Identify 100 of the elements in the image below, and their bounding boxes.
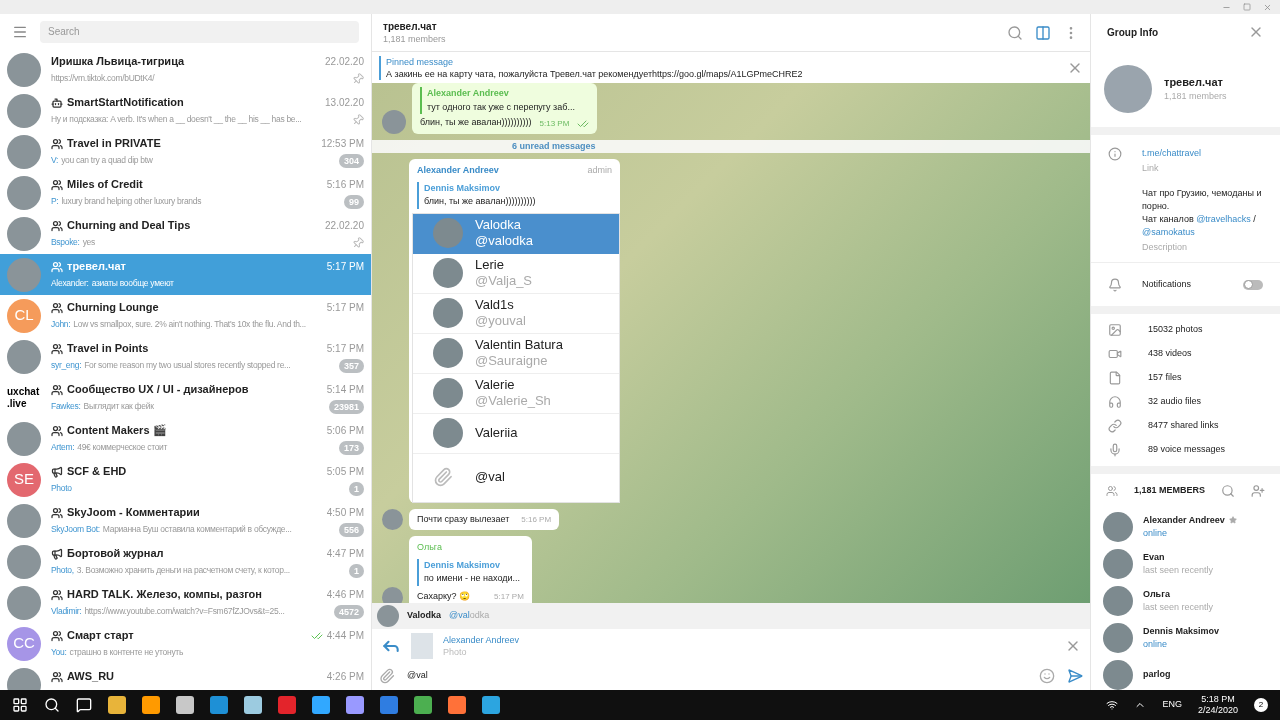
member-list-item[interactable]: Alexander Andreev online: [1091, 508, 1280, 545]
message-preview: https://vm.tiktok.com/bUDtK4/: [51, 72, 155, 86]
info-icon: [1108, 147, 1122, 161]
chat-name: Сообщество UX / UI - дизайнеров: [67, 382, 249, 398]
photo-thumbnail: [411, 632, 433, 659]
avatar-photo-placeholder: [7, 52, 41, 87]
chat-name: Churning Lounge: [67, 300, 159, 316]
media-list-item[interactable]: 438 videos: [1091, 342, 1280, 366]
message-preview: Low vs smallpox, sure. 2% ain't nothing. That's 10x the flu. And th...: [73, 318, 306, 332]
chat-name: Travel in Points: [67, 341, 149, 357]
chat-name: Бортовой журнал: [67, 546, 164, 562]
member-list-item[interactable]: Evan last seen recently: [1091, 545, 1280, 582]
group-icon: [51, 219, 63, 232]
group-name: тревел.чат: [1164, 74, 1224, 89]
members-title: 1,181 MEMBERS: [1133, 484, 1205, 498]
avatar-photo-placeholder: [7, 503, 41, 538]
send-icon[interactable]: [1067, 668, 1083, 684]
message-preview: 49€ коммерческое стоит: [77, 441, 168, 455]
network-icon[interactable]: [1106, 699, 1119, 711]
chat-title: тревел.чат: [383, 19, 438, 33]
mention-suggestion[interactable]: Valodka @valodka: [372, 603, 1090, 629]
reply-text: блин, ты же авалан)))))))))): [424, 195, 537, 208]
sidebar-toggle-icon[interactable]: [1035, 24, 1051, 41]
message-preview: yes: [82, 236, 95, 250]
group-link[interactable]: t.me/chattravel: [1142, 147, 1263, 160]
pinned-text: А закинь ее на карту чата, пожалуйста Тревел.чат рекомендуетhttps://goo.gl/maps/A1LGPmeCHRE2: [386, 67, 804, 80]
message-text: Сахарку? 🙄: [417, 589, 471, 603]
pinned-message[interactable]: Pinned message А закинь ее на карту чата, пожалуйста Тревел.чат рекомендуетhttps://goo.gl/maps/A1LGPmeCHRE2: [379, 55, 1067, 80]
group-icon: [51, 260, 63, 273]
mention-username: @valodka: [475, 233, 533, 249]
message-text: Почти сразу вылезает: [417, 512, 510, 526]
close-icon[interactable]: [1263, 2, 1272, 12]
avatar-photo-placeholder: [433, 218, 463, 248]
chat-name: HARD TALK. Железо, компы, разгон: [67, 587, 262, 603]
avatar: SE: [7, 462, 41, 497]
reply-author: Dennis Maksimov: [424, 558, 502, 572]
member-name: Ольга: [1143, 587, 1170, 601]
avatar-photo-placeholder: [382, 587, 403, 603]
message-time: 5:17 PM: [494, 591, 524, 603]
search-field[interactable]: Search: [40, 20, 359, 43]
media-list-item[interactable]: 89 voice messages: [1091, 438, 1280, 462]
avatar-text: uxchat: [7, 385, 41, 398]
start-icon[interactable]: [12, 697, 28, 713]
paperclip-icon: [433, 466, 453, 487]
message-sender: Photo,: [51, 564, 74, 578]
message-sender: Fawkes:: [51, 400, 81, 414]
group-icon: [51, 670, 63, 683]
media-list-item[interactable]: 15032 photos: [1091, 318, 1280, 342]
unread-count: 304: [338, 153, 364, 168]
message-preview: азиаты вообще умеют: [91, 277, 174, 291]
chat-name: Иришка Львица-тигрица: [51, 54, 185, 70]
add-member-icon[interactable]: [1251, 484, 1265, 498]
avatar-photo-placeholder: [382, 109, 406, 134]
file-icon: [1108, 371, 1122, 385]
notifications-toggle[interactable]: [1243, 279, 1263, 290]
media-list-item[interactable]: 32 audio files: [1091, 390, 1280, 414]
message-preview: luxury brand helping other luxury brands: [61, 195, 202, 209]
media-list-item[interactable]: 8477 shared links: [1091, 414, 1280, 438]
chat-time: 4:26 PM: [326, 670, 364, 684]
chat-time: 13.02.20: [325, 96, 364, 110]
member-name: Evan: [1143, 550, 1165, 564]
description-label: Description: [1142, 241, 1189, 254]
unread-count: 357: [338, 358, 364, 373]
message-sender: Alexander:: [51, 277, 89, 291]
notification-count[interactable]: 2: [1254, 698, 1268, 712]
attach-icon[interactable]: [379, 668, 395, 684]
emoji-icon[interactable]: [1039, 668, 1055, 684]
member-list-item[interactable]: Ольга last seen recently: [1091, 582, 1280, 619]
task-view-icon[interactable]: [76, 697, 92, 713]
member-list-item[interactable]: Dennis Maksimov online: [1091, 619, 1280, 656]
chat-name: Content Makers 🎬: [67, 423, 167, 439]
avatar-photo-placeholder: [7, 216, 41, 251]
headphones-icon: [1108, 395, 1122, 409]
chat-name: Churning and Deal Tips: [67, 218, 191, 234]
group-icon: [51, 506, 63, 519]
avatar: CL: [7, 298, 41, 333]
chat-time: 4:50 PM: [326, 506, 364, 520]
language-indicator[interactable]: ENG: [1162, 698, 1182, 712]
message-sender: V:: [51, 154, 59, 168]
message-preview: Ну и подсказка: A verb. It's when a __ doesn't __ the __ his __ has be...: [51, 113, 302, 127]
maximize-icon[interactable]: [1243, 3, 1251, 11]
message-sender: Photo: [51, 482, 72, 496]
group-icon: [51, 588, 63, 601]
microphone-icon: [1108, 443, 1122, 457]
notifications-label: Notifications: [1142, 277, 1193, 291]
chat-time: 22.02.20: [325, 219, 364, 233]
message-input[interactable]: @val: [407, 669, 1027, 683]
chat-name: Miles of Credit: [67, 177, 143, 193]
search-icon[interactable]: [44, 697, 60, 713]
member-count: 1,181 members: [1164, 89, 1227, 103]
avatar-photo-placeholder: [382, 509, 403, 530]
message-preview: you can try a quad dip btw: [61, 154, 153, 168]
avatar-photo-placeholder: [433, 418, 463, 448]
avatar-photo-placeholder: [7, 175, 41, 210]
mention-username: @Sauraigne: [475, 353, 549, 369]
member-list-item[interactable]: parlog: [1091, 656, 1280, 690]
media-list-item[interactable]: 157 files: [1091, 366, 1280, 390]
reply-author: Alexander Andreev: [427, 87, 510, 100]
message-preview: For some reason my two usual stores recently stopped re...: [84, 359, 291, 373]
message-sender: SkyJoom Bot:: [51, 523, 100, 537]
